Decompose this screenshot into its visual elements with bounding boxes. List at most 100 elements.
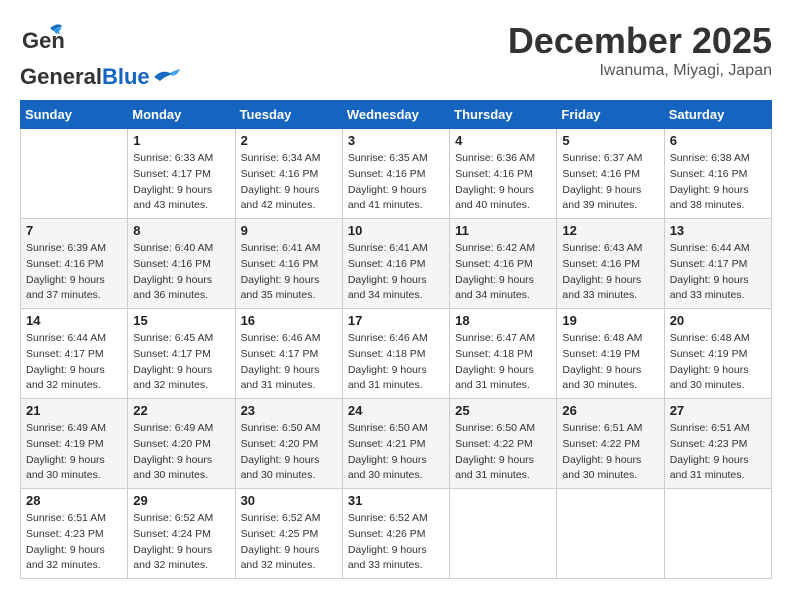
- weekday-header: Monday: [128, 101, 235, 129]
- day-info: Sunrise: 6:50 AMSunset: 4:22 PMDaylight:…: [455, 421, 551, 484]
- day-info: Sunrise: 6:49 AMSunset: 4:20 PMDaylight:…: [133, 421, 229, 484]
- day-info: Sunrise: 6:40 AMSunset: 4:16 PMDaylight:…: [133, 241, 229, 304]
- page-header: General General Blue December 2025 Iwanu…: [20, 20, 772, 90]
- day-number: 4: [455, 133, 551, 148]
- calendar-week-row: 1Sunrise: 6:33 AMSunset: 4:17 PMDaylight…: [21, 129, 772, 219]
- day-info: Sunrise: 6:52 AMSunset: 4:24 PMDaylight:…: [133, 511, 229, 574]
- calendar-cell: 24Sunrise: 6:50 AMSunset: 4:21 PMDayligh…: [342, 399, 449, 489]
- calendar-cell: 16 Sunrise: 6:46 AMSunset: 4:17 PMDayligh…: [235, 309, 342, 399]
- day-info: Sunrise: 6:43 AMSunset: 4:16 PMDaylight:…: [562, 241, 658, 304]
- logo-general: General: [20, 64, 102, 90]
- calendar-cell: 26Sunrise: 6:51 AMSunset: 4:22 PMDayligh…: [557, 399, 664, 489]
- day-info: Sunrise: 6:39 AMSunset: 4:16 PMDaylight:…: [26, 241, 122, 304]
- day-number: 26: [562, 403, 658, 418]
- day-number: 16: [241, 313, 337, 328]
- day-number: 17: [348, 313, 444, 328]
- day-number: 6: [670, 133, 766, 148]
- day-info: Sunrise: 6:45 AMSunset: 4:17 PMDaylight:…: [133, 331, 229, 394]
- day-info: Sunrise: 6:41 AMSunset: 4:16 PMDaylight:…: [348, 241, 444, 304]
- calendar-cell: [557, 489, 664, 579]
- day-info: Sunrise: 6:52 AMSunset: 4:25 PMDaylight:…: [241, 511, 337, 574]
- day-info: Sunrise: 6:41 AMSunset: 4:16 PMDaylight:…: [241, 241, 337, 304]
- calendar-week-row: 21 Sunrise: 6:49 AMSunset: 4:19 PMDayligh…: [21, 399, 772, 489]
- weekday-header: Wednesday: [342, 101, 449, 129]
- day-number: 21: [26, 403, 122, 418]
- calendar-cell: 13Sunrise: 6:44 AMSunset: 4:17 PMDayligh…: [664, 219, 771, 309]
- day-number: 31: [348, 493, 444, 508]
- day-number: 28: [26, 493, 122, 508]
- day-info: Sunrise: 6:50 AMSunset: 4:21 PMDaylight:…: [348, 421, 444, 484]
- day-info: Sunrise: 6:47 AMSunset: 4:18 PMDaylight:…: [455, 331, 551, 394]
- day-info: Sunrise: 6:48 AMSunset: 4:19 PMDaylight:…: [670, 331, 766, 394]
- day-number: 29: [133, 493, 229, 508]
- logo-blue: Blue: [102, 64, 150, 90]
- day-info: Sunrise: 6:46 AMSunset: 4:18 PMDaylight:…: [348, 331, 444, 394]
- logo: General General Blue: [20, 20, 184, 90]
- day-info: Sunrise: 6:35 AMSunset: 4:16 PMDaylight:…: [348, 151, 444, 214]
- calendar-cell: [450, 489, 557, 579]
- calendar-cell: 30 Sunrise: 6:52 AMSunset: 4:25 PMDayligh…: [235, 489, 342, 579]
- calendar-week-row: 28 Sunrise: 6:51 AMSunset: 4:23 PMDayligh…: [21, 489, 772, 579]
- day-number: 30: [241, 493, 337, 508]
- day-number: 7: [26, 223, 122, 238]
- calendar-cell: 10Sunrise: 6:41 AMSunset: 4:16 PMDayligh…: [342, 219, 449, 309]
- weekday-header: Friday: [557, 101, 664, 129]
- calendar-cell: [664, 489, 771, 579]
- calendar-cell: 12 Sunrise: 6:43 AMSunset: 4:16 PMDayligh…: [557, 219, 664, 309]
- day-number: 8: [133, 223, 229, 238]
- calendar-cell: 3 Sunrise: 6:35 AMSunset: 4:16 PMDaylight…: [342, 129, 449, 219]
- day-number: 1: [133, 133, 229, 148]
- day-number: 14: [26, 313, 122, 328]
- calendar-cell: 20 Sunrise: 6:48 AMSunset: 4:19 PMDayligh…: [664, 309, 771, 399]
- calendar-cell: 21 Sunrise: 6:49 AMSunset: 4:19 PMDayligh…: [21, 399, 128, 489]
- day-info: Sunrise: 6:44 AMSunset: 4:17 PMDaylight:…: [670, 241, 766, 304]
- day-number: 27: [670, 403, 766, 418]
- day-info: Sunrise: 6:37 AMSunset: 4:16 PMDaylight:…: [562, 151, 658, 214]
- calendar-cell: 4 Sunrise: 6:36 AMSunset: 4:16 PMDaylight…: [450, 129, 557, 219]
- day-number: 3: [348, 133, 444, 148]
- day-info: Sunrise: 6:44 AMSunset: 4:17 PMDaylight:…: [26, 331, 122, 394]
- logo-bird-icon: [154, 67, 184, 87]
- day-number: 2: [241, 133, 337, 148]
- weekday-header: Thursday: [450, 101, 557, 129]
- day-number: 23: [241, 403, 337, 418]
- day-info: Sunrise: 6:36 AMSunset: 4:16 PMDaylight:…: [455, 151, 551, 214]
- weekday-header: Tuesday: [235, 101, 342, 129]
- calendar-cell: 6 Sunrise: 6:38 AMSunset: 4:16 PMDaylight…: [664, 129, 771, 219]
- day-number: 22: [133, 403, 229, 418]
- day-info: Sunrise: 6:48 AMSunset: 4:19 PMDaylight:…: [562, 331, 658, 394]
- calendar-cell: 8 Sunrise: 6:40 AMSunset: 4:16 PMDaylight…: [128, 219, 235, 309]
- calendar-cell: 11 Sunrise: 6:42 AMSunset: 4:16 PMDayligh…: [450, 219, 557, 309]
- calendar-cell: 5 Sunrise: 6:37 AMSunset: 4:16 PMDaylight…: [557, 129, 664, 219]
- day-info: Sunrise: 6:51 AMSunset: 4:23 PMDaylight:…: [26, 511, 122, 574]
- day-info: Sunrise: 6:49 AMSunset: 4:19 PMDaylight:…: [26, 421, 122, 484]
- calendar-cell: 17 Sunrise: 6:46 AMSunset: 4:18 PMDayligh…: [342, 309, 449, 399]
- weekday-header: Saturday: [664, 101, 771, 129]
- calendar-cell: 31 Sunrise: 6:52 AMSunset: 4:26 PMDayligh…: [342, 489, 449, 579]
- weekday-header: Sunday: [21, 101, 128, 129]
- calendar-cell: 23 Sunrise: 6:50 AMSunset: 4:20 PMDayligh…: [235, 399, 342, 489]
- calendar-cell: 1Sunrise: 6:33 AMSunset: 4:17 PMDaylight…: [128, 129, 235, 219]
- day-number: 11: [455, 223, 551, 238]
- month-title: December 2025: [508, 20, 772, 62]
- day-info: Sunrise: 6:52 AMSunset: 4:26 PMDaylight:…: [348, 511, 444, 574]
- day-number: 5: [562, 133, 658, 148]
- day-number: 19: [562, 313, 658, 328]
- day-info: Sunrise: 6:46 AMSunset: 4:17 PMDaylight:…: [241, 331, 337, 394]
- day-info: Sunrise: 6:42 AMSunset: 4:16 PMDaylight:…: [455, 241, 551, 304]
- day-info: Sunrise: 6:38 AMSunset: 4:16 PMDaylight:…: [670, 151, 766, 214]
- calendar-cell: 18Sunrise: 6:47 AMSunset: 4:18 PMDayligh…: [450, 309, 557, 399]
- calendar-week-row: 14 Sunrise: 6:44 AMSunset: 4:17 PMDayligh…: [21, 309, 772, 399]
- day-number: 12: [562, 223, 658, 238]
- calendar-cell: 27Sunrise: 6:51 AMSunset: 4:23 PMDayligh…: [664, 399, 771, 489]
- day-info: Sunrise: 6:50 AMSunset: 4:20 PMDaylight:…: [241, 421, 337, 484]
- calendar-cell: 29 Sunrise: 6:52 AMSunset: 4:24 PMDayligh…: [128, 489, 235, 579]
- calendar-cell: 22 Sunrise: 6:49 AMSunset: 4:20 PMDayligh…: [128, 399, 235, 489]
- day-number: 25: [455, 403, 551, 418]
- calendar-cell: [21, 129, 128, 219]
- title-section: December 2025 Iwanuma, Miyagi, Japan: [508, 20, 772, 80]
- calendar-cell: 14 Sunrise: 6:44 AMSunset: 4:17 PMDayligh…: [21, 309, 128, 399]
- calendar-cell: 9Sunrise: 6:41 AMSunset: 4:16 PMDaylight…: [235, 219, 342, 309]
- day-number: 20: [670, 313, 766, 328]
- calendar-header-row: SundayMondayTuesdayWednesdayThursdayFrid…: [21, 101, 772, 129]
